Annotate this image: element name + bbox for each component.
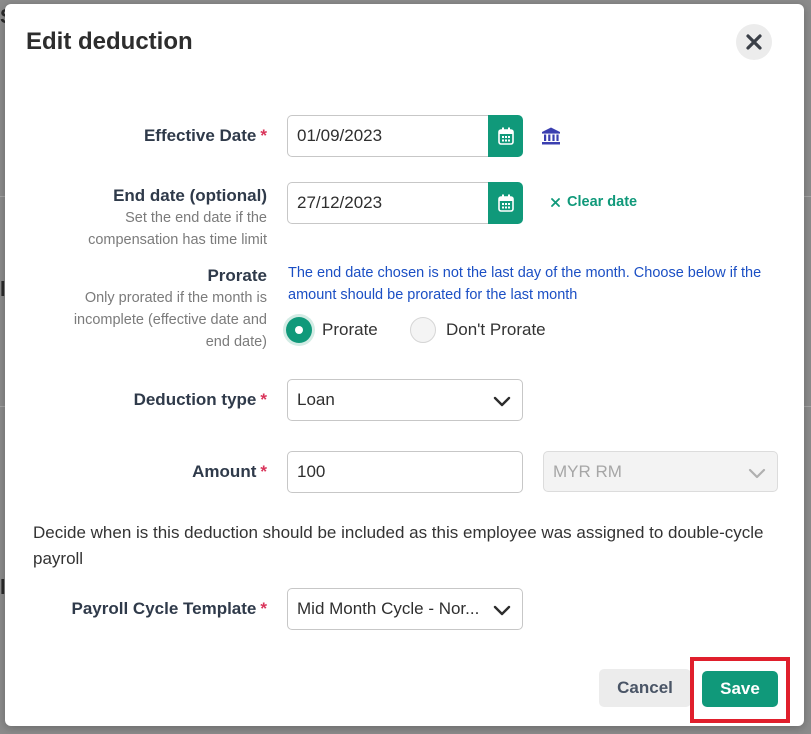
- payroll-cycle-template-value: Mid Month Cycle - Nor...: [297, 599, 480, 618]
- prorate-info-text: The end date chosen is not the last day …: [288, 265, 762, 303]
- radio-prorate-label: Prorate: [322, 320, 378, 339]
- radio-selected-indicator: [286, 317, 312, 343]
- close-icon: [551, 197, 560, 207]
- save-highlight-box: [690, 657, 790, 723]
- close-button[interactable]: [736, 24, 772, 60]
- calendar-icon: [497, 127, 514, 145]
- prorate-label: Prorate: [207, 266, 267, 285]
- chevron-down-icon: [748, 468, 766, 479]
- clear-date-label: Clear date: [567, 194, 638, 210]
- deduction-type-value: Loan: [297, 390, 335, 409]
- required-marker: *: [260, 462, 267, 481]
- calendar-icon: [497, 194, 514, 212]
- payroll-cycle-template-select[interactable]: Mid Month Cycle - Nor...: [287, 588, 523, 630]
- radio-dont-prorate-label: Don't Prorate: [446, 320, 546, 339]
- currency-select[interactable]: MYR RM: [543, 451, 778, 492]
- end-date-value: 27/12/2023: [297, 193, 383, 212]
- end-date-label: End date (optional): [113, 186, 267, 205]
- payroll-cycle-template-label: Payroll Cycle Template *: [71, 599, 268, 618]
- effective-date-value: 01/09/2023: [297, 126, 383, 145]
- effective-date-label: Effective Date *: [143, 126, 267, 145]
- deduction-type-select[interactable]: Loan: [287, 379, 523, 421]
- chevron-down-icon: [493, 605, 511, 616]
- required-marker: *: [260, 126, 267, 145]
- radio-unselected-indicator: [410, 317, 436, 343]
- effective-date-calendar-button[interactable]: [488, 115, 523, 157]
- payroll-cycle-description: Decide when is this deduction should be …: [33, 523, 764, 568]
- chevron-down-icon: [493, 396, 511, 407]
- required-marker: *: [260, 599, 267, 618]
- effective-date-input[interactable]: 01/09/2023: [287, 115, 489, 157]
- close-icon: [746, 34, 762, 50]
- amount-value: 100: [297, 462, 326, 481]
- required-marker: *: [260, 390, 267, 409]
- currency-value: MYR RM: [553, 461, 622, 481]
- end-date-calendar-button[interactable]: [488, 182, 523, 224]
- bank-icon[interactable]: [541, 127, 561, 145]
- cancel-button[interactable]: Cancel: [599, 669, 691, 707]
- edit-deduction-dialog: Edit deduction Effective Date * 01/09/202…: [5, 4, 804, 726]
- radio-prorate[interactable]: Prorate: [286, 317, 378, 343]
- clear-date-button[interactable]: Clear date: [551, 194, 637, 210]
- prorate-hint: Only prorated if the month is incomplete…: [73, 290, 267, 350]
- deduction-type-label: Deduction type *: [133, 390, 267, 409]
- end-date-input[interactable]: 27/12/2023: [287, 182, 489, 224]
- radio-dont-prorate[interactable]: Don't Prorate: [410, 317, 546, 343]
- dialog-title: Edit deduction: [26, 28, 193, 55]
- end-date-hint: Set the end date if the compensation has…: [88, 210, 267, 248]
- amount-input[interactable]: 100: [287, 451, 523, 493]
- amount-label: Amount *: [192, 462, 267, 481]
